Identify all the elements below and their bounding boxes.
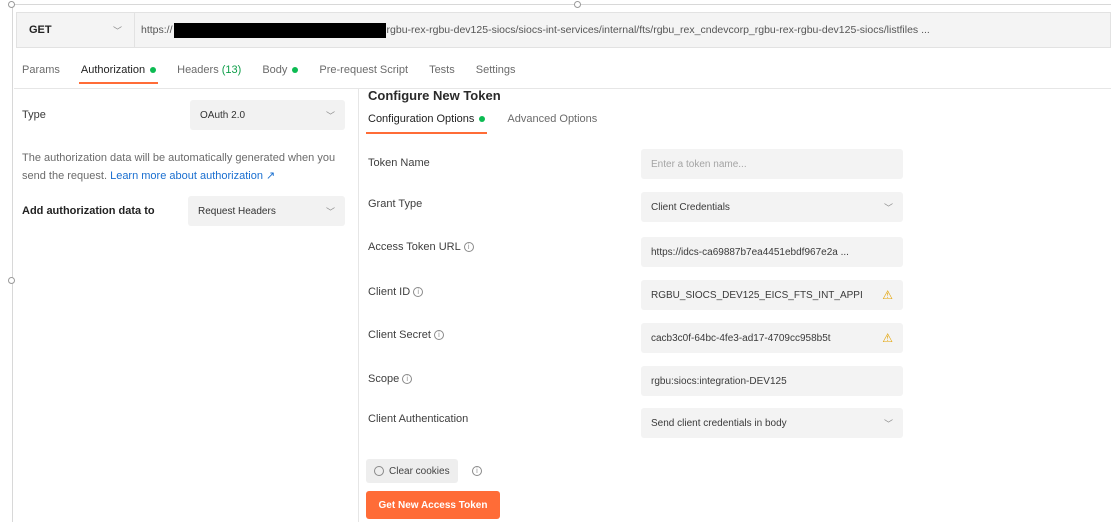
access-token-url-label: Access Token URL i: [368, 241, 474, 253]
auth-settings-pane: Type OAuth 2.0 ﹀ The authorization data …: [22, 95, 347, 231]
scope-input[interactable]: rgbu:siocs:integration-DEV125: [641, 366, 903, 396]
field-label-text: Access Token URL: [368, 241, 461, 253]
redacted-url-segment: [173, 22, 386, 38]
tab-settings[interactable]: Settings: [476, 64, 516, 84]
resize-handle-top-center[interactable]: [574, 1, 581, 8]
tabs-divider: [14, 88, 1111, 89]
client-auth-select[interactable]: Send client credentials in body ﹀: [641, 408, 903, 438]
status-dot-icon: [292, 67, 299, 74]
tab-label: Settings: [475, 64, 516, 76]
chevron-down-icon: ﹀: [883, 202, 893, 213]
url-input[interactable]: https:// rgbu-rex-rgbu-dev125-siocs/sioc…: [134, 12, 1111, 48]
add-auth-to-value: Request Headers: [198, 205, 276, 217]
get-new-access-token-button[interactable]: Get New Access Token: [366, 491, 500, 519]
chevron-down-icon: ﹀: [325, 110, 335, 121]
get-new-access-token-label: Get New Access Token: [378, 499, 488, 511]
tab-authorization[interactable]: Authorization: [78, 64, 159, 84]
field-label-text: Client ID: [368, 286, 411, 298]
tab-label: Authorization: [80, 64, 146, 76]
tab-label: Tests: [429, 64, 455, 76]
status-dot-icon: [479, 116, 486, 123]
chevron-down-icon: ﹀: [112, 25, 122, 36]
grant-type-value: Client Credentials: [651, 201, 730, 213]
field-label-text: Client Authentication: [368, 413, 469, 425]
config-subtabs: Configuration Options Advanced Options: [365, 113, 619, 134]
configure-token-title: Configure New Token: [368, 88, 501, 103]
method-label: GET: [29, 24, 52, 36]
auth-type-value: OAuth 2.0: [200, 109, 246, 121]
client-secret-input[interactable]: cacb3c0f-64bc-4fe3-ad17-4709cc958b5t ⚠: [641, 323, 903, 353]
scope-value: rgbu:siocs:integration-DEV125: [651, 375, 787, 387]
clear-cookies-icon: [374, 466, 384, 476]
tab-tests[interactable]: Tests: [429, 64, 455, 84]
chevron-down-icon: ﹀: [325, 206, 335, 217]
url-path: rgbu-rex-rgbu-dev125-siocs/siocs-int-ser…: [386, 24, 930, 36]
subtab-label: Configuration Options: [368, 113, 475, 125]
scope-label: Scope i: [368, 373, 413, 385]
pane-divider: [358, 89, 359, 522]
tab-configuration-options[interactable]: Configuration Options: [365, 113, 488, 134]
url-prefix: https://: [141, 24, 173, 36]
method-select[interactable]: GET ﹀: [16, 12, 134, 48]
client-secret-value: cacb3c0f-64bc-4fe3-ad17-4709cc958b5t: [651, 332, 831, 344]
field-label-text: Grant Type: [368, 198, 423, 210]
client-auth-value: Send client credentials in body: [651, 417, 787, 429]
tab-label: Params: [22, 64, 60, 76]
tab-params[interactable]: Params: [22, 64, 60, 84]
request-url-bar: GET ﹀ https:// rgbu-rex-rgbu-dev125-sioc…: [16, 12, 1111, 48]
tab-label: Headers: [177, 64, 219, 76]
field-label-text: Client Secret: [368, 329, 431, 341]
tab-pre-request-script[interactable]: Pre-request Script: [319, 64, 408, 84]
add-auth-to-label: Add authorization data to: [22, 205, 155, 217]
field-label-text: Scope: [368, 373, 400, 385]
auth-type-select[interactable]: OAuth 2.0 ﹀: [190, 100, 345, 130]
tab-label: Pre-request Script: [319, 64, 409, 76]
info-icon[interactable]: i: [433, 330, 444, 341]
window-left-border: [12, 4, 13, 522]
token-name-input[interactable]: Enter a token name...: [641, 149, 903, 179]
info-icon[interactable]: i: [402, 374, 413, 385]
learn-more-link[interactable]: Learn more about authorization ↗: [110, 170, 275, 182]
info-icon[interactable]: i: [472, 466, 482, 476]
client-id-value: RGBU_SIOCS_DEV125_EICS_FTS_INT_APPI: [651, 289, 863, 301]
auth-description: The authorization data will be automatic…: [22, 149, 352, 185]
access-token-url-value: https://idcs-ca69887b7ea4451ebdf967e2a .…: [651, 246, 849, 258]
client-id-label: Client ID i: [368, 286, 424, 298]
access-token-url-input[interactable]: https://idcs-ca69887b7ea4451ebdf967e2a .…: [641, 237, 903, 267]
chevron-down-icon: ﹀: [883, 418, 893, 429]
tab-advanced-options[interactable]: Advanced Options: [507, 113, 597, 134]
resize-handle-left-center[interactable]: [8, 277, 15, 284]
warning-icon[interactable]: ⚠: [878, 288, 893, 302]
info-icon[interactable]: i: [413, 287, 424, 298]
auth-type-label: Type: [22, 109, 46, 121]
info-icon[interactable]: i: [463, 242, 474, 253]
warning-icon[interactable]: ⚠: [878, 331, 893, 345]
clear-cookies-label: Clear cookies: [389, 465, 450, 477]
token-name-label: Token Name: [368, 157, 430, 169]
client-id-input[interactable]: RGBU_SIOCS_DEV125_EICS_FTS_INT_APPI ⚠: [641, 280, 903, 310]
tab-headers[interactable]: Headers (13): [177, 64, 241, 84]
grant-type-select[interactable]: Client Credentials ﹀: [641, 192, 903, 222]
client-auth-label: Client Authentication: [368, 413, 468, 425]
add-auth-to-select[interactable]: Request Headers ﹀: [188, 196, 345, 226]
headers-count-badge: (13): [221, 64, 242, 76]
grant-type-label: Grant Type: [368, 198, 422, 210]
subtab-label: Advanced Options: [507, 113, 598, 125]
request-tabs: Params Authorization Headers (13) Body P…: [22, 60, 537, 84]
tab-body[interactable]: Body: [262, 64, 299, 84]
resize-handle-top-left[interactable]: [8, 1, 15, 8]
window-top-border: [12, 4, 1111, 5]
tab-label: Body: [262, 64, 288, 76]
status-dot-icon: [150, 67, 157, 74]
token-name-placeholder: Enter a token name...: [651, 158, 747, 170]
clear-cookies-button[interactable]: Clear cookies: [366, 459, 458, 483]
field-label-text: Token Name: [368, 157, 430, 169]
client-secret-label: Client Secret i: [368, 329, 444, 341]
